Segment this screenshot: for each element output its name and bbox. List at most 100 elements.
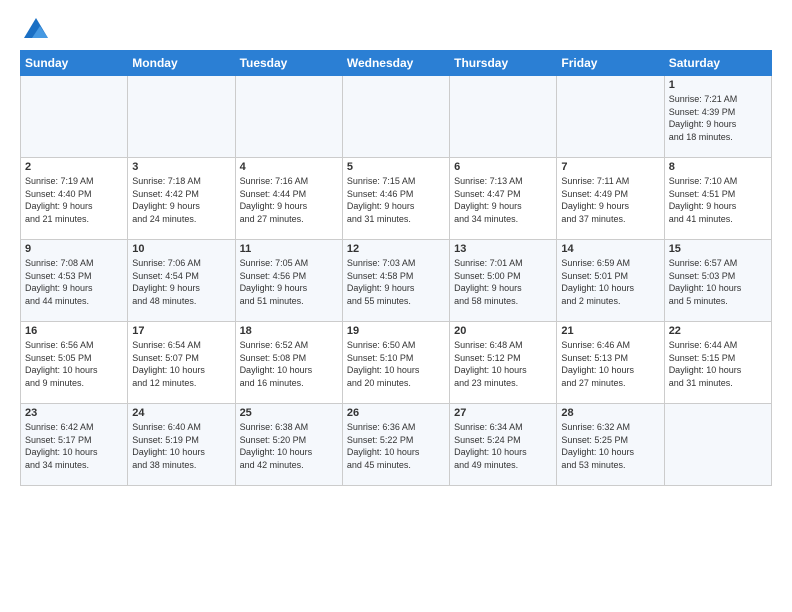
day-number: 9 [25,243,123,255]
day-number: 27 [454,407,552,419]
calendar-cell: 3 Sunrise: 7:18 AM Sunset: 4:42 PM Daylig… [128,158,235,240]
header [20,16,772,40]
calendar-cell: 26 Sunrise: 6:36 AM Sunset: 5:22 PM Dayli… [342,404,449,486]
day-info: Sunrise: 6:38 AM Sunset: 5:20 PM Dayligh… [240,421,338,471]
day-info: Sunrise: 6:46 AM Sunset: 5:13 PM Dayligh… [561,339,659,389]
day-info: Sunrise: 7:05 AM Sunset: 4:56 PM Dayligh… [240,257,338,307]
day-info: Sunrise: 7:11 AM Sunset: 4:49 PM Dayligh… [561,175,659,225]
day-info: Sunrise: 6:36 AM Sunset: 5:22 PM Dayligh… [347,421,445,471]
day-number: 20 [454,325,552,337]
day-info: Sunrise: 6:32 AM Sunset: 5:25 PM Dayligh… [561,421,659,471]
day-number: 11 [240,243,338,255]
day-info: Sunrise: 7:16 AM Sunset: 4:44 PM Dayligh… [240,175,338,225]
calendar-cell [21,76,128,158]
day-number: 4 [240,161,338,173]
calendar-cell: 8 Sunrise: 7:10 AM Sunset: 4:51 PM Daylig… [664,158,771,240]
day-number: 24 [132,407,230,419]
weekday-header: Wednesday [342,51,449,76]
calendar-cell: 22Sunrise: 6:44 AM Sunset: 5:15 PM Dayli… [664,322,771,404]
day-info: Sunrise: 6:54 AM Sunset: 5:07 PM Dayligh… [132,339,230,389]
weekday-header: Friday [557,51,664,76]
calendar-cell: 18 Sunrise: 6:52 AM Sunset: 5:08 PM Dayli… [235,322,342,404]
day-info: Sunrise: 7:19 AM Sunset: 4:40 PM Dayligh… [25,175,123,225]
calendar-week-row: 16 Sunrise: 6:56 AM Sunset: 5:05 PM Dayli… [21,322,772,404]
day-info: Sunrise: 7:15 AM Sunset: 4:46 PM Dayligh… [347,175,445,225]
day-info: Sunrise: 7:18 AM Sunset: 4:42 PM Dayligh… [132,175,230,225]
calendar-cell: 2 Sunrise: 7:19 AM Sunset: 4:40 PM Daylig… [21,158,128,240]
day-info: Sunrise: 6:34 AM Sunset: 5:24 PM Dayligh… [454,421,552,471]
calendar-cell [557,76,664,158]
day-info: Sunrise: 6:50 AM Sunset: 5:10 PM Dayligh… [347,339,445,389]
calendar-cell: 15Sunrise: 6:57 AM Sunset: 5:03 PM Dayli… [664,240,771,322]
day-info: Sunrise: 7:01 AM Sunset: 5:00 PM Dayligh… [454,257,552,307]
day-info: Sunrise: 7:10 AM Sunset: 4:51 PM Dayligh… [669,175,767,225]
calendar-cell: 20 Sunrise: 6:48 AM Sunset: 5:12 PM Dayli… [450,322,557,404]
day-info: Sunrise: 6:52 AM Sunset: 5:08 PM Dayligh… [240,339,338,389]
day-info: Sunrise: 7:03 AM Sunset: 4:58 PM Dayligh… [347,257,445,307]
day-number: 1 [669,79,767,91]
calendar-week-row: 23 Sunrise: 6:42 AM Sunset: 5:17 PM Dayli… [21,404,772,486]
day-number: 7 [561,161,659,173]
calendar-cell: 19 Sunrise: 6:50 AM Sunset: 5:10 PM Dayli… [342,322,449,404]
day-info: Sunrise: 6:59 AM Sunset: 5:01 PM Dayligh… [561,257,659,307]
calendar-cell: 10 Sunrise: 7:06 AM Sunset: 4:54 PM Dayli… [128,240,235,322]
calendar-cell: 23 Sunrise: 6:42 AM Sunset: 5:17 PM Dayli… [21,404,128,486]
weekday-header: Sunday [21,51,128,76]
calendar-cell: 6Sunrise: 7:13 AM Sunset: 4:47 PM Daylig… [450,158,557,240]
day-info: Sunrise: 7:21 AM Sunset: 4:39 PM Dayligh… [669,93,767,143]
day-number: 23 [25,407,123,419]
day-number: 25 [240,407,338,419]
calendar-cell: 16 Sunrise: 6:56 AM Sunset: 5:05 PM Dayli… [21,322,128,404]
calendar-cell [235,76,342,158]
day-number: 2 [25,161,123,173]
day-info: Sunrise: 6:42 AM Sunset: 5:17 PM Dayligh… [25,421,123,471]
day-info: Sunrise: 7:06 AM Sunset: 4:54 PM Dayligh… [132,257,230,307]
calendar-cell [128,76,235,158]
calendar-cell: 21 Sunrise: 6:46 AM Sunset: 5:13 PM Dayli… [557,322,664,404]
weekday-header: Thursday [450,51,557,76]
calendar: SundayMondayTuesdayWednesdayThursdayFrid… [20,50,772,486]
day-info: Sunrise: 7:08 AM Sunset: 4:53 PM Dayligh… [25,257,123,307]
day-number: 17 [132,325,230,337]
calendar-cell: 13 Sunrise: 7:01 AM Sunset: 5:00 PM Dayli… [450,240,557,322]
calendar-cell: 14 Sunrise: 6:59 AM Sunset: 5:01 PM Dayli… [557,240,664,322]
calendar-cell [664,404,771,486]
day-number: 16 [25,325,123,337]
day-number: 26 [347,407,445,419]
calendar-cell: 24 Sunrise: 6:40 AM Sunset: 5:19 PM Dayli… [128,404,235,486]
calendar-cell: 9 Sunrise: 7:08 AM Sunset: 4:53 PM Daylig… [21,240,128,322]
day-number: 19 [347,325,445,337]
day-number: 15 [669,243,767,255]
calendar-cell [342,76,449,158]
weekday-header: Saturday [664,51,771,76]
day-number: 12 [347,243,445,255]
calendar-cell: 17 Sunrise: 6:54 AM Sunset: 5:07 PM Dayli… [128,322,235,404]
weekday-header: Tuesday [235,51,342,76]
day-info: Sunrise: 6:56 AM Sunset: 5:05 PM Dayligh… [25,339,123,389]
calendar-cell: 5 Sunrise: 7:15 AM Sunset: 4:46 PM Daylig… [342,158,449,240]
day-number: 10 [132,243,230,255]
day-number: 13 [454,243,552,255]
calendar-week-row: 2 Sunrise: 7:19 AM Sunset: 4:40 PM Daylig… [21,158,772,240]
calendar-cell: 28 Sunrise: 6:32 AM Sunset: 5:25 PM Dayli… [557,404,664,486]
day-number: 8 [669,161,767,173]
day-info: Sunrise: 6:48 AM Sunset: 5:12 PM Dayligh… [454,339,552,389]
calendar-header-row: SundayMondayTuesdayWednesdayThursdayFrid… [21,51,772,76]
calendar-cell [450,76,557,158]
day-number: 18 [240,325,338,337]
day-number: 21 [561,325,659,337]
day-number: 5 [347,161,445,173]
day-info: Sunrise: 6:44 AM Sunset: 5:15 PM Dayligh… [669,339,767,389]
day-number: 28 [561,407,659,419]
calendar-cell: 25 Sunrise: 6:38 AM Sunset: 5:20 PM Dayli… [235,404,342,486]
logo-icon [22,16,50,44]
day-number: 14 [561,243,659,255]
calendar-cell: 11 Sunrise: 7:05 AM Sunset: 4:56 PM Dayli… [235,240,342,322]
day-number: 3 [132,161,230,173]
page: SundayMondayTuesdayWednesdayThursdayFrid… [0,0,792,612]
calendar-cell: 12 Sunrise: 7:03 AM Sunset: 4:58 PM Dayli… [342,240,449,322]
day-info: Sunrise: 6:40 AM Sunset: 5:19 PM Dayligh… [132,421,230,471]
calendar-cell: 1 Sunrise: 7:21 AM Sunset: 4:39 PM Daylig… [664,76,771,158]
logo [20,16,50,40]
calendar-cell: 7 Sunrise: 7:11 AM Sunset: 4:49 PM Daylig… [557,158,664,240]
